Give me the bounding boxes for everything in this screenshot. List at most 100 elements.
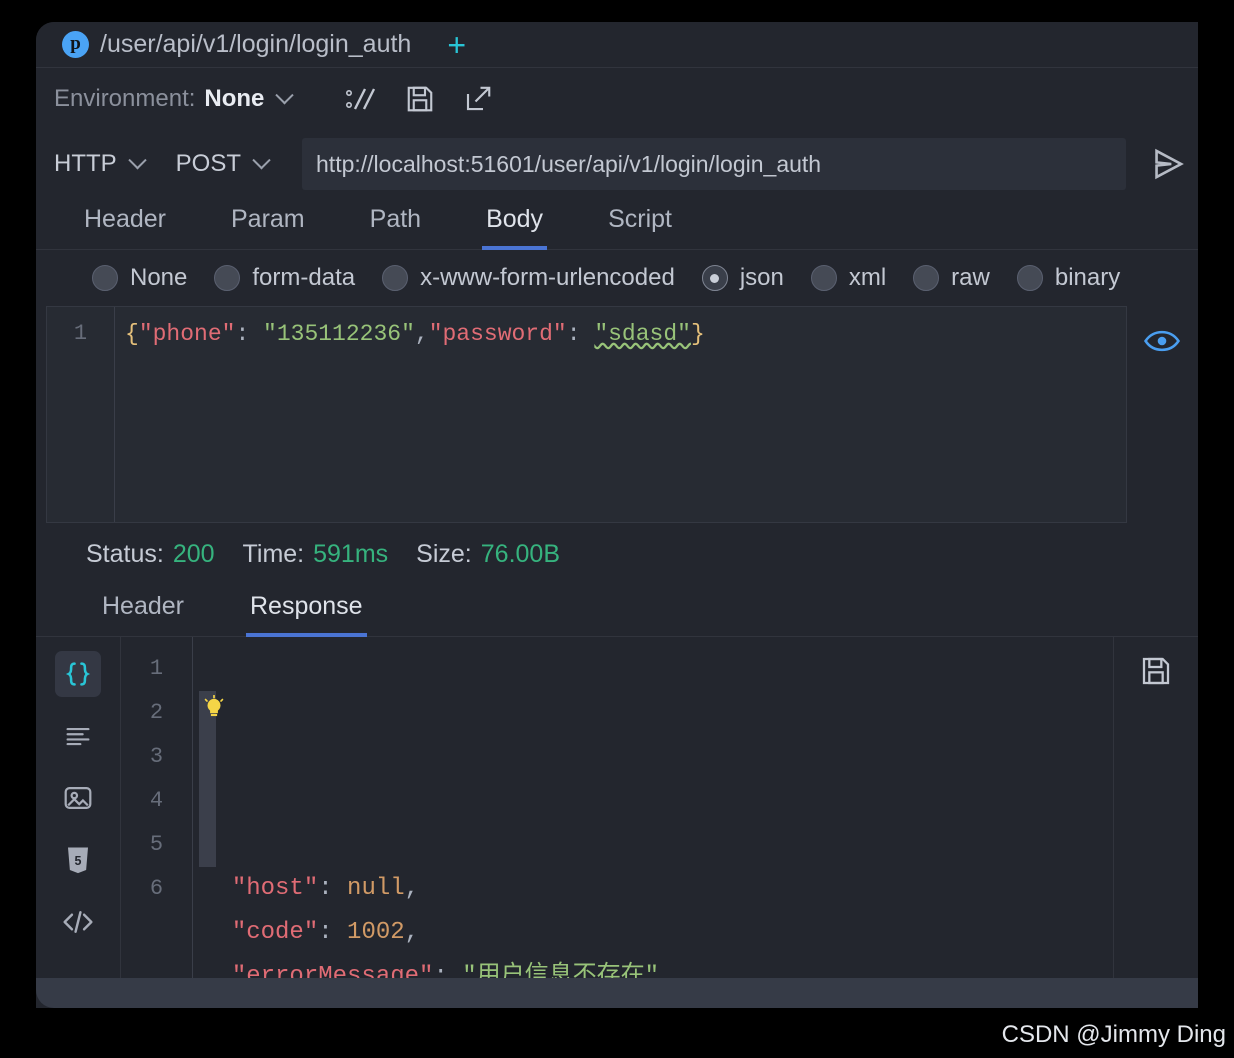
body-type-radio-raw[interactable]: raw [913, 264, 990, 292]
line-number: 4 [149, 788, 164, 813]
code-token: "sdasd" [594, 321, 691, 347]
request-tabs: Header Param Path Body Script [36, 198, 1198, 250]
json-braces-icon[interactable] [55, 651, 101, 697]
body-type-radios: None form-data x-www-form-urlencoded json xm… [36, 250, 1198, 306]
response-gutter: 1 2 3 4 5 6 [121, 637, 193, 1008]
body-type-label: x-www-form-urlencoded [420, 264, 675, 291]
chevron-down-icon [127, 150, 147, 169]
request-tab-body[interactable]: Body [482, 205, 548, 250]
environment-value[interactable]: None [204, 85, 264, 113]
radio-dot-icon [214, 265, 241, 291]
response-tab-header[interactable]: Header [98, 592, 188, 637]
response-body-viewer[interactable]: 1 2 3 4 5 6 { "host": null, "code": 1002, "er… [121, 637, 1114, 1008]
body-type-label: None [130, 264, 188, 291]
request-body-editor[interactable]: 1 {"phone": "135112236","password": "sda… [46, 306, 1127, 523]
time-value: 591ms [313, 539, 389, 568]
line-number: 6 [149, 876, 164, 901]
code-token: "phone" [138, 321, 236, 347]
response-area: 5 123456 "host": null, "code": 1002, "er… [36, 637, 1198, 1008]
body-type-radio-json[interactable]: json [701, 264, 784, 292]
response-code[interactable]: { "host": null, "code": 1002, "errorMess… [193, 637, 1113, 1008]
response-view-mode-sidebar: 5 [36, 637, 121, 1008]
size-value: 76.00B [480, 539, 561, 568]
method-value: POST [175, 150, 242, 177]
send-request-button[interactable] [1138, 146, 1198, 182]
line-number: 3 [149, 744, 164, 769]
protocol-value: HTTP [54, 150, 117, 177]
code-token: "135112236" [263, 321, 415, 347]
line-number: 1 [73, 321, 88, 346]
radio-dot-icon [382, 265, 409, 291]
window-footer-bar [36, 978, 1198, 1008]
radio-dot-icon [701, 265, 728, 291]
code-token: , [414, 321, 429, 347]
radio-dot-icon [810, 265, 837, 291]
html5-icon[interactable]: 5 [55, 837, 101, 883]
code-line: "host": null, [203, 867, 1113, 911]
code-token: "code" [231, 919, 319, 946]
lightbulb-icon[interactable] [201, 695, 227, 721]
code-token: 1002 [347, 919, 405, 946]
svg-text:5: 5 [75, 854, 82, 868]
body-type-label: form-data [252, 264, 356, 291]
method-select[interactable]: POST [175, 150, 271, 178]
body-type-label: binary [1054, 264, 1121, 291]
body-type-radio-x-www-form-urlencoded[interactable]: x-www-form-urlencoded [382, 264, 675, 292]
url-input[interactable] [302, 138, 1126, 190]
request-tab-title[interactable]: /user/api/v1/login/login_auth [100, 30, 411, 59]
body-type-radio-binary[interactable]: binary [1016, 264, 1121, 292]
app-logo-icon: p [62, 31, 89, 58]
code-token: } [690, 321, 705, 347]
code-token: : [318, 875, 348, 902]
raw-text-icon[interactable] [55, 713, 101, 759]
export-icon[interactable] [463, 84, 493, 114]
size-label: Size: [416, 539, 472, 568]
code-token: , [404, 919, 420, 946]
tab-strip: p /user/api/v1/login/login_auth + [36, 22, 1198, 68]
request-tab-param[interactable]: Param [227, 205, 309, 250]
body-type-radio-xml[interactable]: xml [810, 264, 886, 292]
eye-icon[interactable] [1143, 328, 1181, 354]
response-tabs: Header Response [36, 585, 1198, 637]
code-token: : [566, 321, 595, 347]
body-type-label: raw [951, 264, 990, 291]
request-tab-script[interactable]: Script [604, 205, 676, 250]
save-icon[interactable] [1140, 655, 1172, 687]
body-type-radio-form-data[interactable]: form-data [214, 264, 355, 292]
preview-column [1127, 306, 1198, 523]
body-type-radio-none[interactable]: None [92, 264, 187, 292]
request-body-area: 1 {"phone": "135112236","password": "sda… [36, 306, 1198, 523]
request-gutter: 1 [47, 307, 115, 522]
image-preview-icon[interactable] [55, 775, 101, 821]
status-label: Status: [86, 539, 164, 568]
code-tags-icon[interactable] [55, 899, 101, 945]
response-save-column [1114, 637, 1198, 1008]
response-tab-response[interactable]: Response [246, 592, 367, 637]
code-slash-icon[interactable] [343, 84, 377, 114]
line-number: 1 [149, 656, 164, 681]
code-token: "host" [231, 875, 319, 902]
request-tab-header[interactable]: Header [80, 205, 170, 250]
request-code[interactable]: {"phone": "135112236","password": "sdasd… [115, 307, 1126, 522]
watermark: CSDN @Jimmy Ding [1001, 1021, 1226, 1048]
time-label: Time: [242, 539, 305, 568]
radio-dot-icon [1016, 265, 1043, 291]
code-token: null [347, 875, 405, 902]
protocol-select[interactable]: HTTP [54, 150, 147, 178]
environment-actions [343, 84, 493, 114]
request-tab-path[interactable]: Path [366, 205, 425, 250]
code-token: : [318, 919, 348, 946]
body-type-label: json [739, 264, 784, 291]
code-token: , [404, 875, 420, 902]
environment-label: Environment: [54, 85, 196, 112]
code-token: "password" [428, 321, 567, 347]
radio-dot-icon [913, 265, 940, 291]
api-client-window: p /user/api/v1/login/login_auth + Enviro… [36, 22, 1198, 1008]
line-number: 2 [149, 700, 164, 725]
save-icon[interactable] [405, 84, 435, 114]
code-line: "code": 1002, [203, 911, 1113, 955]
add-tab-icon[interactable]: + [447, 29, 466, 61]
chevron-down-icon[interactable] [275, 85, 295, 104]
